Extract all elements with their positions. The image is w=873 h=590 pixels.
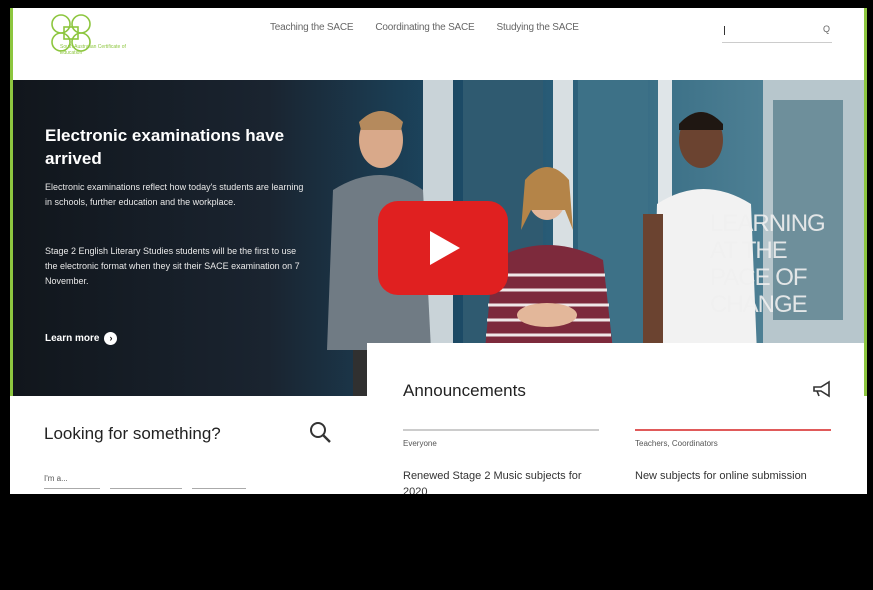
announcement-column: Teachers, Coordinators New subjects for … xyxy=(635,429,831,484)
nav-coordinating[interactable]: Coordinating the SACE xyxy=(375,22,474,33)
tagline-line-2: AT THE xyxy=(710,237,788,264)
role-option[interactable] xyxy=(110,488,182,494)
search-icon[interactable]: Q xyxy=(823,24,830,34)
nav-teaching[interactable]: Teaching the SACE xyxy=(270,22,354,33)
search-icon[interactable] xyxy=(308,420,332,444)
hero-paragraph-1: Electronic examinations reflect how toda… xyxy=(45,182,304,207)
browser-frame: South Australian Certificate of Educatio… xyxy=(10,8,867,494)
play-button[interactable] xyxy=(378,201,508,295)
role-label: I'm a... xyxy=(44,474,68,483)
announcement-category: Teachers, Coordinators xyxy=(635,439,718,448)
announcement-item[interactable]: Renewed Stage 2 Music subjects for 2020 xyxy=(403,468,599,494)
tagline-line-4: CHANGE xyxy=(710,291,808,318)
announcement-item[interactable]: New subjects for online submission xyxy=(635,468,831,484)
announcement-category: Everyone xyxy=(403,439,437,448)
logo-text: South Australian Certificate of Educatio… xyxy=(60,44,126,56)
tagline-line-1: LEARNING xyxy=(710,210,826,237)
role-option[interactable] xyxy=(192,488,246,494)
hero-paragraph-2: Stage 2 English Literary Studies student… xyxy=(45,246,300,286)
column-rule xyxy=(403,429,599,431)
site-header: South Australian Certificate of Educatio… xyxy=(10,8,867,80)
column-rule xyxy=(635,429,831,431)
main-nav: Teaching the SACE Coordinating the SACE … xyxy=(270,22,579,33)
arrow-right-icon: › xyxy=(104,332,118,345)
announcements-panel: Announcements Everyone Renewed Stage 2 M… xyxy=(367,343,867,494)
frame-accent-right xyxy=(864,8,867,396)
hero-title: Electronic examinations have arrived xyxy=(45,126,285,168)
announcement-column: Everyone Renewed Stage 2 Music subjects … xyxy=(403,429,599,494)
frame-accent-left xyxy=(10,8,13,396)
nav-studying[interactable]: Studying the SACE xyxy=(497,22,579,33)
learn-more-link[interactable]: Learn more › xyxy=(45,332,118,345)
search-panel: Looking for something? I'm a... xyxy=(10,396,367,494)
megaphone-icon xyxy=(813,380,830,398)
tagline-line-3: PACE OF xyxy=(710,264,808,291)
text-cursor xyxy=(724,26,725,35)
announcements-title: Announcements xyxy=(403,381,526,400)
tagline: LEARNING AT THE PACE OF CHANGE xyxy=(710,210,826,318)
search-input[interactable]: Q xyxy=(722,12,832,43)
logo-icon[interactable] xyxy=(44,12,174,64)
search-panel-title: Looking for something? xyxy=(44,424,221,443)
play-icon xyxy=(430,231,460,265)
learn-more-label: Learn more xyxy=(45,333,100,344)
role-option[interactable] xyxy=(44,488,100,494)
